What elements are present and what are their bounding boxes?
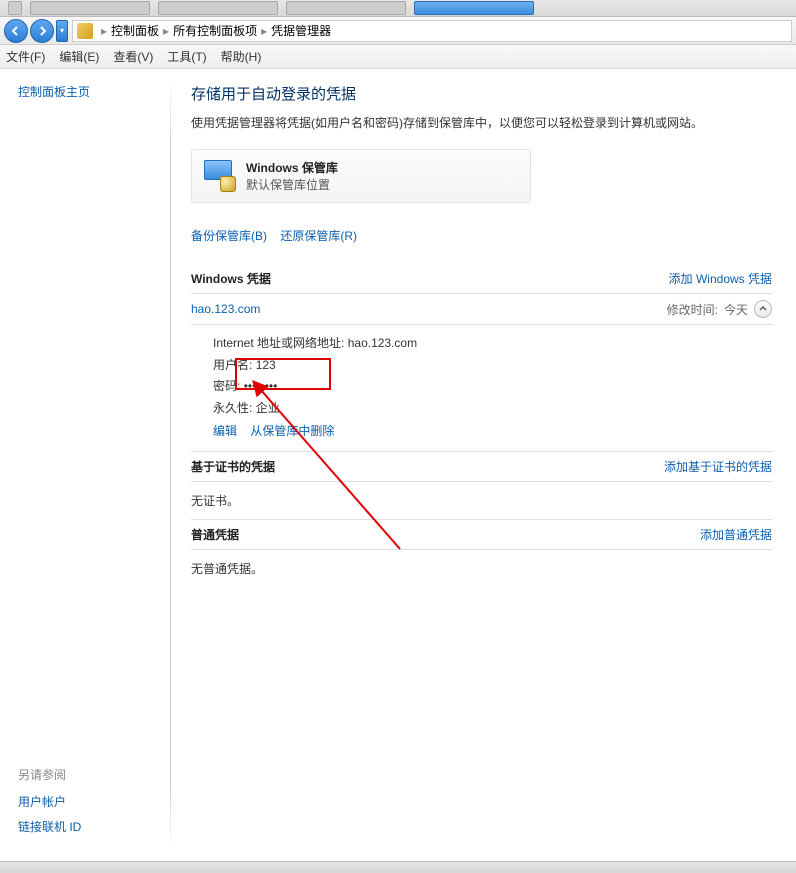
add-cert-credential-link[interactable]: 添加基于证书的凭据	[664, 458, 772, 475]
menu-edit[interactable]: 编辑(E)	[59, 48, 99, 65]
detail-user-value: 123	[256, 358, 276, 372]
titlebar-tab[interactable]	[158, 1, 278, 15]
credential-name-link[interactable]: hao.123.com	[191, 302, 667, 316]
sidebar: 控制面板主页 另请参阅 用户帐户 链接联机 ID	[0, 69, 170, 861]
chevron-right-icon: ▸	[101, 24, 107, 38]
credential-modified-label: 修改时间:	[667, 301, 718, 318]
add-windows-credential-link[interactable]: 添加 Windows 凭据	[669, 270, 772, 287]
menu-bar: 文件(F) 编辑(E) 查看(V) 工具(T) 帮助(H)	[0, 45, 796, 69]
vault-subtitle: 默认保管库位置	[246, 176, 338, 193]
cert-empty-message: 无证书。	[191, 482, 772, 520]
titlebar-tab-active[interactable]	[414, 1, 534, 15]
restore-vault-link[interactable]: 还原保管库(R)	[280, 229, 357, 243]
page-title: 存储用于自动登录的凭据	[191, 83, 772, 104]
detail-password-value: ••••••••	[244, 379, 278, 393]
section-title: 基于证书的凭据	[191, 458, 664, 475]
section-generic-credentials: 普通凭据 添加普通凭据	[191, 520, 772, 550]
section-title: Windows 凭据	[191, 270, 669, 287]
menu-view[interactable]: 查看(V)	[113, 48, 153, 65]
vault-actions: 备份保管库(B) 还原保管库(R)	[191, 227, 772, 244]
section-windows-credentials: Windows 凭据 添加 Windows 凭据	[191, 264, 772, 294]
menu-help[interactable]: 帮助(H)	[221, 48, 262, 65]
sidebar-user-accounts-link[interactable]: 用户帐户	[18, 793, 162, 810]
chevron-right-icon: ▸	[261, 24, 267, 38]
menu-file[interactable]: 文件(F)	[6, 48, 45, 65]
detail-persist-value: 企业	[256, 401, 280, 415]
titlebar-tab[interactable]	[8, 1, 22, 15]
edit-credential-link[interactable]: 编辑	[213, 424, 237, 438]
menu-tools[interactable]: 工具(T)	[167, 48, 206, 65]
credential-details: Internet 地址或网络地址: hao.123.com 用户名: 123 密…	[191, 325, 772, 452]
backup-vault-link[interactable]: 备份保管库(B)	[191, 229, 267, 243]
status-bar	[0, 861, 796, 873]
remove-credential-link[interactable]: 从保管库中删除	[250, 424, 334, 438]
arrow-right-icon	[37, 26, 47, 36]
arrow-left-icon	[11, 26, 21, 36]
breadcrumb-item[interactable]: 控制面板	[111, 22, 159, 39]
credential-modified-value: 今天	[724, 301, 748, 318]
breadcrumb-item[interactable]: 所有控制面板项	[173, 22, 257, 39]
sidebar-see-also-heading: 另请参阅	[18, 766, 162, 783]
page-description: 使用凭据管理器将凭据(如用户名和密码)存储到保管库中，以便您可以轻松登录到计算机…	[191, 114, 772, 131]
forward-button[interactable]	[30, 19, 54, 43]
titlebar-tab[interactable]	[30, 1, 150, 15]
vault-icon	[202, 158, 238, 194]
chevron-right-icon: ▸	[163, 24, 169, 38]
add-generic-credential-link[interactable]: 添加普通凭据	[700, 526, 772, 543]
breadcrumb-item[interactable]: 凭据管理器	[271, 22, 331, 39]
folder-icon	[77, 23, 93, 39]
window-titlebar	[0, 0, 796, 17]
nav-history-dropdown[interactable]: ▾	[56, 20, 68, 42]
titlebar-tab[interactable]	[286, 1, 406, 15]
credential-row[interactable]: hao.123.com 修改时间: 今天	[191, 294, 772, 325]
detail-password-label: 密码:	[213, 379, 240, 393]
collapse-button[interactable]	[754, 300, 772, 318]
sidebar-link-online-id[interactable]: 链接联机 ID	[18, 818, 162, 835]
vault-title: Windows 保管库	[246, 159, 338, 176]
navigation-bar: ▾ ▸ 控制面板 ▸ 所有控制面板项 ▸ 凭据管理器	[0, 17, 796, 45]
section-cert-credentials: 基于证书的凭据 添加基于证书的凭据	[191, 452, 772, 482]
detail-address-value: hao.123.com	[348, 336, 417, 350]
detail-persist-label: 永久性:	[213, 401, 252, 415]
sidebar-home-link[interactable]: 控制面板主页	[18, 83, 162, 100]
vault-box[interactable]: Windows 保管库 默认保管库位置	[191, 149, 531, 203]
detail-address-label: Internet 地址或网络地址:	[213, 336, 344, 350]
generic-empty-message: 无普通凭据。	[191, 550, 772, 587]
chevron-up-icon	[759, 305, 767, 313]
detail-user-label: 用户名:	[213, 358, 252, 372]
content-area: 存储用于自动登录的凭据 使用凭据管理器将凭据(如用户名和密码)存储到保管库中，以…	[171, 69, 796, 861]
address-bar[interactable]: ▸ 控制面板 ▸ 所有控制面板项 ▸ 凭据管理器	[72, 20, 792, 42]
section-title: 普通凭据	[191, 526, 700, 543]
back-button[interactable]	[4, 19, 28, 43]
